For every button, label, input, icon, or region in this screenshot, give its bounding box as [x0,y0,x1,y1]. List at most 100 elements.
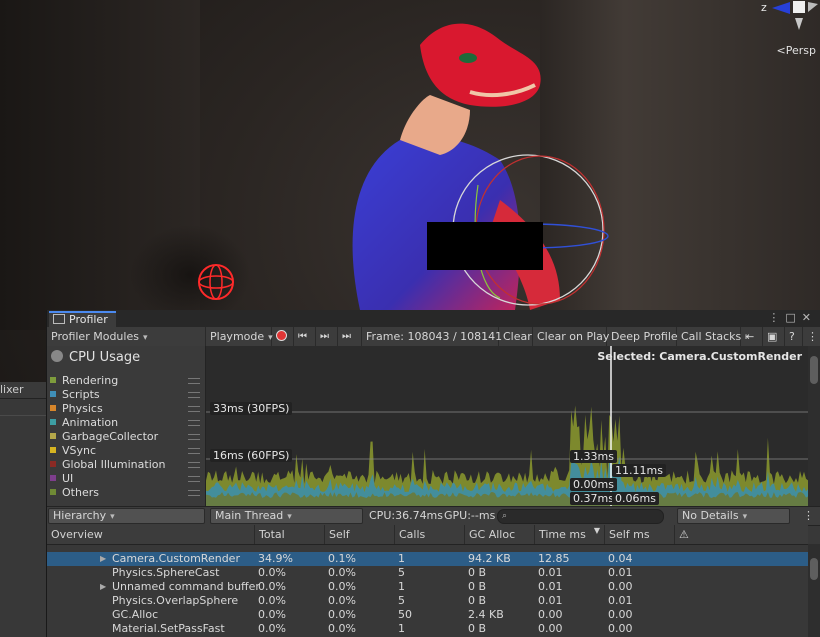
legend-label: Scripts [62,388,100,401]
marker-label: 0.00ms [570,478,617,491]
expand-arrow-icon[interactable]: ▶ [100,552,106,566]
close-icon[interactable]: ✕ [802,311,817,324]
profiler-modules-label: Profiler Modules [51,330,139,343]
thread-dropdown[interactable]: Main Thread [210,508,363,524]
profiler-icon [53,314,65,324]
row-time: 0.00 [538,608,563,621]
legend-label: UI [62,472,74,485]
column-warning[interactable]: ⚠ [674,525,808,544]
fps60-label: 16ms (60FPS) [210,449,293,462]
legend-item[interactable]: Global Illumination [50,458,200,472]
current-frame-button[interactable]: ⏭ [338,327,362,346]
projection-label: Persp [785,44,816,57]
column-self-ms[interactable]: Self ms [604,525,674,544]
search-input[interactable]: ⌕ [497,509,664,524]
table-row[interactable]: ▶ Camera.CustomRender 34.9% 0.1% 1 94.2 KB 12.… [47,552,808,566]
first-frame-button[interactable]: ⏮ [294,327,316,346]
drag-handle-icon[interactable] [188,434,200,440]
drag-handle-icon[interactable] [188,420,200,426]
gizmo-axis-label[interactable]: z [761,1,767,14]
current-frame-icon: ⏭ [342,331,351,342]
drag-handle-icon[interactable] [188,392,200,398]
scene-artwork [130,1,818,325]
cpu-graph[interactable]: Selected: Camera.CustomRender 33ms (30FP… [206,346,808,506]
menu-icon[interactable]: ⋮ [768,311,785,324]
row-self-ms: 0.01 [608,594,633,607]
row-name: Camera.CustomRender [112,552,240,565]
drag-handle-icon[interactable] [188,476,200,482]
row-gc: 0 B [468,566,487,579]
deep-profile-button[interactable]: Deep Profile [607,327,678,346]
row-name: GC.Alloc [112,608,159,621]
legend-swatch [50,405,56,411]
profiler-tab[interactable]: Profiler [49,311,116,327]
details-dropdown[interactable]: No Details [677,508,790,524]
column-self[interactable]: Self [324,525,394,544]
row-self: 0.0% [328,594,356,607]
thread-label: Main Thread [215,509,284,522]
drag-handle-icon[interactable] [188,448,200,454]
call-stacks-button[interactable]: Call Stacks [677,327,741,346]
frame-counter: Frame: 108043 / 108141 [362,327,502,346]
mixer-panel [0,399,46,637]
table-row[interactable]: Material.SetPassFast 0.0% 0.0% 1 0 B 0.00 0.00 [47,622,808,636]
column-overview[interactable]: Overview [47,525,254,544]
next-frame-button[interactable]: ⏭ [316,327,338,346]
help-icon[interactable]: ? [785,327,803,346]
column-total[interactable]: Total [254,525,324,544]
table-row[interactable]: Physics.OverlapSphere 0.0% 0.0% 5 0 B 0.01 0.0… [47,594,808,608]
column-gc-alloc[interactable]: GC Alloc [464,525,534,544]
scrollbar-thumb[interactable] [810,356,818,384]
legend-item[interactable]: Physics [50,402,200,416]
expand-arrow-icon[interactable]: ▶ [100,580,106,594]
maximize-icon[interactable]: □ [785,311,801,324]
profiler-modules-dropdown[interactable]: Profiler Modules [47,327,206,346]
scrollbar-thumb[interactable] [810,558,818,580]
projection-toggle[interactable]: <Persp [777,44,816,57]
search-icon: ⌕ [502,511,508,521]
legend-label: Physics [62,402,103,415]
view-dropdown[interactable]: Hierarchy [48,508,205,524]
legend-item[interactable]: GarbageCollector [50,430,200,444]
legend-label: GarbageCollector [62,430,159,443]
mixer-tab[interactable]: lixer [0,382,46,399]
details-options-icon[interactable]: ⋮ [799,507,818,525]
drag-handle-icon[interactable] [188,490,200,496]
clear-button[interactable]: Clear [499,327,533,346]
drag-handle-icon[interactable] [188,406,200,412]
legend-item[interactable]: Animation [50,416,200,430]
profiler-tab-label: Profiler [69,313,108,326]
column-calls[interactable]: Calls [394,525,464,544]
table-row[interactable]: ▶ Unnamed command buffer 0.0% 0.0% 1 0 B 0.01 0… [47,580,808,594]
profiler-window: Profiler ⋮□✕ Profiler Modules Playmode ⏮… [46,310,820,637]
clear-on-play-button[interactable]: Clear on Play [533,327,609,346]
table-row[interactable]: Physics.SphereCast 0.0% 0.0% 5 0 B 0.01 0.01 [47,566,808,580]
redaction-box [427,222,543,270]
graph-scrollbar[interactable] [808,346,820,506]
row-time: 0.00 [538,622,563,635]
load-icon[interactable]: ⇤ [741,327,763,346]
drag-handle-icon[interactable] [188,378,200,384]
record-icon [276,330,287,341]
row-self: 0.0% [328,622,356,635]
legend-item[interactable]: Others [50,486,200,500]
legend-swatch [50,447,56,453]
fps30-label: 33ms (30FPS) [210,402,293,415]
table-scrollbar[interactable] [808,544,820,637]
legend-item[interactable]: VSync [50,444,200,458]
legend-item[interactable]: UI [50,472,200,486]
row-name: Physics.SphereCast [112,566,220,579]
column-time-ms[interactable]: Time ms ▼ [534,525,604,544]
cpu-icon [51,350,63,362]
legend-item[interactable]: Scripts [50,388,200,402]
drag-handle-icon[interactable] [188,462,200,468]
save-icon[interactable]: ▣ [763,327,785,346]
cpu-module-panel[interactable]: CPU Usage Rendering Scripts Physics Animati… [47,346,206,506]
row-total: 0.0% [258,622,286,635]
sort-desc-icon: ▼ [593,526,600,535]
options-icon[interactable]: ⋮ [803,327,820,346]
table-row[interactable]: GC.Alloc 0.0% 0.0% 50 2.4 KB 0.00 0.00 [47,608,808,622]
legend-item[interactable]: Rendering [50,374,200,388]
record-button[interactable] [272,327,294,346]
playmode-dropdown[interactable]: Playmode [206,327,272,346]
